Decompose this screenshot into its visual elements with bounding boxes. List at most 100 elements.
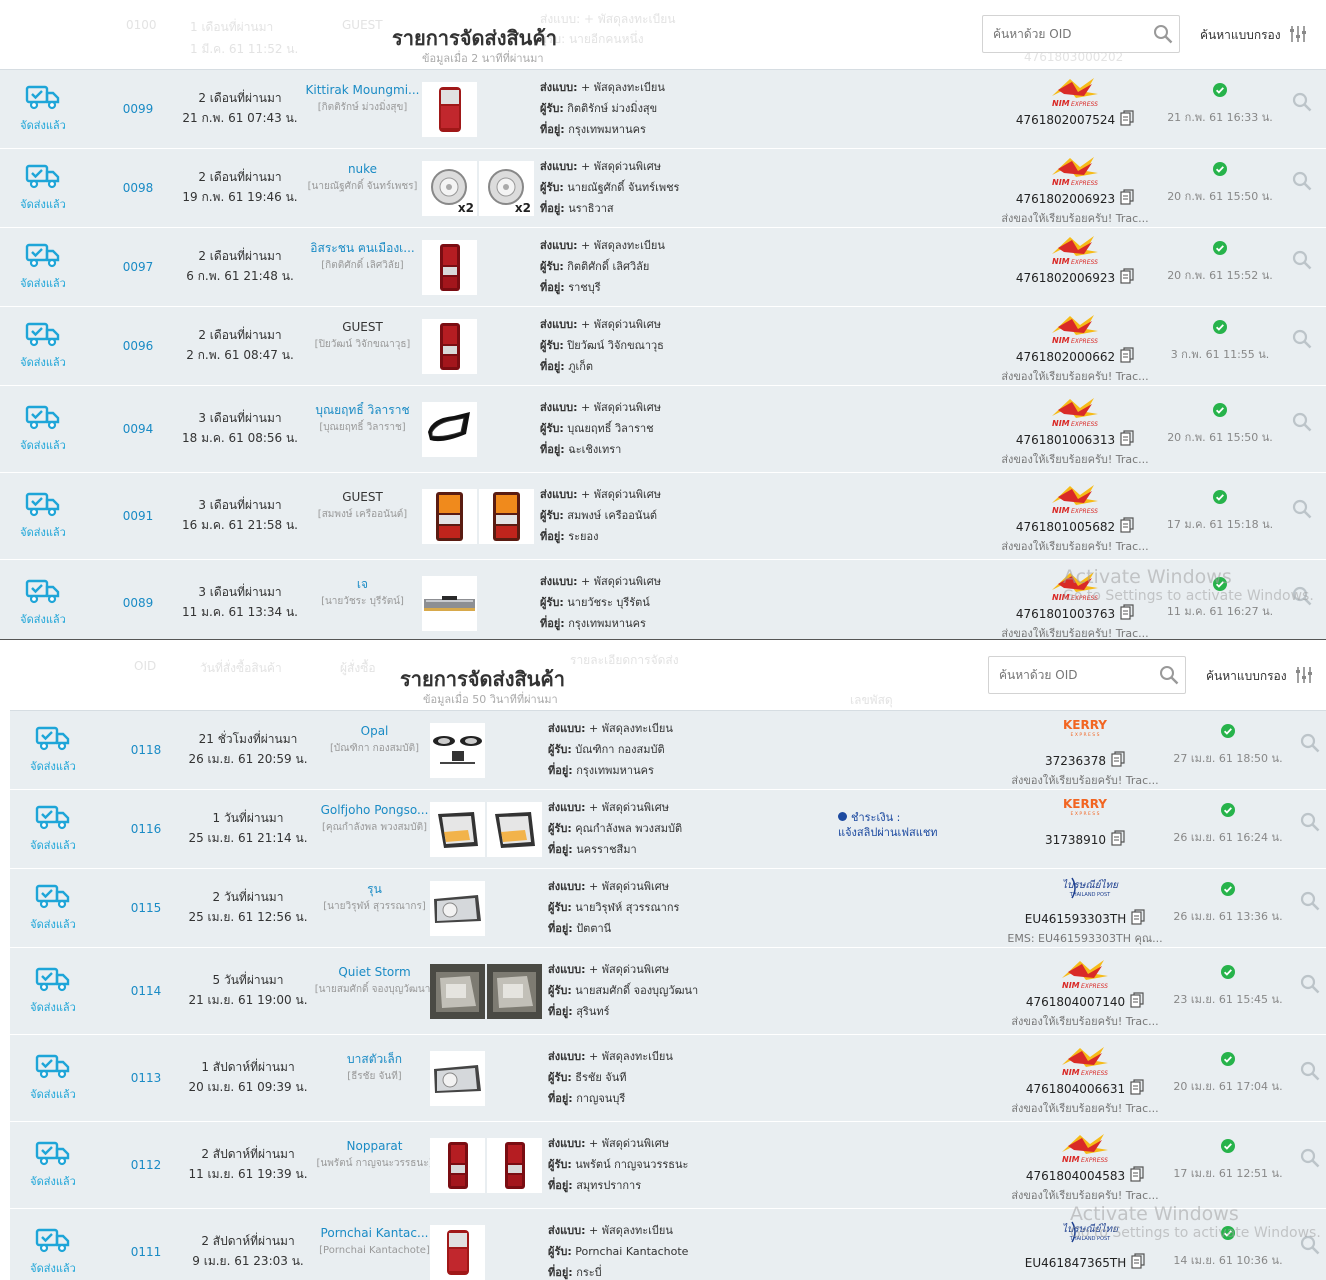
tracking-number[interactable]: EU461847365TH <box>1025 1252 1145 1274</box>
tracking-number[interactable]: 4761804006631 <box>1026 1078 1144 1100</box>
order-id-link[interactable]: 0115 <box>116 901 176 915</box>
view-details-icon[interactable] <box>1300 812 1320 835</box>
order-id-link[interactable]: 0091 <box>108 509 168 523</box>
status-delivered[interactable]: จัดส่งแล้ว <box>13 404 73 454</box>
copy-icon[interactable] <box>1130 1078 1144 1100</box>
order-id-link[interactable]: 0097 <box>108 260 168 274</box>
view-details-icon[interactable] <box>1300 733 1320 756</box>
product-thumbnail[interactable] <box>430 1224 485 1280</box>
copy-icon[interactable] <box>1120 516 1134 538</box>
copy-icon[interactable] <box>1131 1252 1145 1274</box>
oid-search-box[interactable] <box>982 15 1180 53</box>
tracking-number[interactable]: 4761801003763 <box>1016 603 1134 625</box>
view-details-icon[interactable] <box>1292 92 1312 115</box>
table-row[interactable]: จัดส่งแล้ว 0118 21 ชั่วโมงที่ผ่านมา 26 เม.ย… <box>10 711 1326 790</box>
search-icon[interactable] <box>1153 24 1173 47</box>
status-delivered[interactable]: จัดส่งแล้ว <box>23 1227 83 1277</box>
status-delivered[interactable]: จัดส่งแล้ว <box>13 163 73 213</box>
tracking-number[interactable]: 4761802007524 <box>1016 109 1134 131</box>
view-details-icon[interactable] <box>1292 499 1312 522</box>
status-delivered[interactable]: จัดส่งแล้ว <box>23 725 83 775</box>
tracking-number[interactable]: 4761802006923 <box>1016 267 1134 289</box>
product-thumbnail[interactable] <box>487 963 542 1019</box>
customer-name[interactable]: nuke <box>300 161 425 178</box>
customer-name[interactable]: Opal <box>312 723 437 740</box>
order-id-link[interactable]: 0111 <box>116 1245 176 1259</box>
table-row[interactable]: จัดส่งแล้ว 0114 5 วันที่ผ่านมา 21 เม.ย. 61 … <box>10 948 1326 1035</box>
oid-search-input[interactable] <box>999 658 1159 692</box>
advanced-filter-button[interactable]: ค้นหาแบบกรอง <box>1200 25 1307 46</box>
copy-icon[interactable] <box>1111 829 1125 851</box>
table-row[interactable]: จัดส่งแล้ว 0094 3 เดือนที่ผ่านมา 18 ม.ค. 61… <box>0 386 1326 473</box>
copy-icon[interactable] <box>1130 1165 1144 1187</box>
view-details-icon[interactable] <box>1300 1148 1320 1171</box>
product-thumbnail[interactable] <box>422 239 477 295</box>
product-thumbnail[interactable]: x2 <box>422 160 477 216</box>
table-row[interactable]: จัดส่งแล้ว 0116 1 วันที่ผ่านมา 25 เม.ย. 61 … <box>10 790 1326 869</box>
product-thumbnail[interactable]: x2 <box>479 160 534 216</box>
product-thumbnail[interactable] <box>422 81 477 137</box>
copy-icon[interactable] <box>1120 603 1134 625</box>
table-row[interactable]: จัดส่งแล้ว 0099 2 เดือนที่ผ่านมา 21 ก.พ. 61… <box>0 70 1326 149</box>
order-id-link[interactable]: 0114 <box>116 984 176 998</box>
order-id-link[interactable]: 0116 <box>116 822 176 836</box>
copy-icon[interactable] <box>1130 991 1144 1013</box>
product-thumbnail[interactable] <box>430 801 485 857</box>
product-thumbnail[interactable] <box>422 318 477 374</box>
status-delivered[interactable]: จัดส่งแล้ว <box>23 966 83 1016</box>
product-thumbnail[interactable] <box>430 1137 485 1193</box>
status-delivered[interactable]: จัดส่งแล้ว <box>13 84 73 134</box>
copy-icon[interactable] <box>1120 109 1134 131</box>
customer-name[interactable]: Golfjoho Pongso... <box>312 802 437 819</box>
status-delivered[interactable]: จัดส่งแล้ว <box>23 1053 83 1103</box>
product-thumbnail[interactable] <box>430 880 485 936</box>
status-delivered[interactable]: จัดส่งแล้ว <box>23 883 83 933</box>
search-icon[interactable] <box>1159 665 1179 688</box>
tracking-number[interactable]: 4761801006313 <box>1016 429 1134 451</box>
customer-name[interactable]: บุณยฤทธิ์ วิลาราช <box>300 402 425 419</box>
tracking-number[interactable]: 37236378 <box>1045 750 1125 772</box>
payment-note[interactable]: ชำระเงิน : แจ้งสลิปผ่านเฟสแชท <box>838 810 938 840</box>
table-row[interactable]: จัดส่งแล้ว 0112 2 สัปดาห์ที่ผ่านมา 11 เม.ย.… <box>10 1122 1326 1209</box>
view-details-icon[interactable] <box>1292 250 1312 273</box>
copy-icon[interactable] <box>1120 188 1134 210</box>
oid-search-box[interactable] <box>988 656 1186 694</box>
status-delivered[interactable]: จัดส่งแล้ว <box>13 242 73 292</box>
tracking-number[interactable]: 31738910 <box>1045 829 1125 851</box>
table-row[interactable]: จัดส่งแล้ว 0113 1 สัปดาห์ที่ผ่านมา 20 เม.ย.… <box>10 1035 1326 1122</box>
tracking-number[interactable]: 4761802000662 <box>1016 346 1134 368</box>
customer-name[interactable]: Nopparat <box>312 1138 437 1155</box>
tracking-number[interactable]: 4761802006923 <box>1016 188 1134 210</box>
status-delivered[interactable]: จัดส่งแล้ว <box>23 804 83 854</box>
product-thumbnail[interactable] <box>479 488 534 544</box>
table-row[interactable]: จัดส่งแล้ว 0096 2 เดือนที่ผ่านมา 2 ก.พ. 61 … <box>0 307 1326 386</box>
copy-icon[interactable] <box>1111 750 1125 772</box>
view-details-icon[interactable] <box>1292 412 1312 435</box>
order-id-link[interactable]: 0112 <box>116 1158 176 1172</box>
product-thumbnail[interactable] <box>430 722 485 778</box>
status-delivered[interactable]: จัดส่งแล้ว <box>13 578 73 628</box>
customer-name[interactable]: Pornchai Kantac... <box>312 1225 437 1242</box>
table-row[interactable]: จัดส่งแล้ว 0091 3 เดือนที่ผ่านมา 16 ม.ค. 61… <box>0 473 1326 560</box>
tracking-number[interactable]: 4761804007140 <box>1026 991 1144 1013</box>
customer-name[interactable]: Quiet Storm <box>312 964 437 981</box>
advanced-filter-button[interactable]: ค้นหาแบบกรอง <box>1206 666 1313 687</box>
view-details-icon[interactable] <box>1300 974 1320 997</box>
view-details-icon[interactable] <box>1300 891 1320 914</box>
order-id-link[interactable]: 0113 <box>116 1071 176 1085</box>
copy-icon[interactable] <box>1131 908 1145 930</box>
order-id-link[interactable]: 0096 <box>108 339 168 353</box>
table-row[interactable]: จัดส่งแล้ว 0115 2 วันที่ผ่านมา 25 เม.ย. 61 … <box>10 869 1326 948</box>
copy-icon[interactable] <box>1120 267 1134 289</box>
view-details-icon[interactable] <box>1300 1061 1320 1084</box>
product-thumbnail[interactable] <box>430 963 485 1019</box>
tracking-number[interactable]: 4761801005682 <box>1016 516 1134 538</box>
view-details-icon[interactable] <box>1292 171 1312 194</box>
status-delivered[interactable]: จัดส่งแล้ว <box>13 321 73 371</box>
customer-name[interactable]: รุน <box>312 881 437 898</box>
order-id-link[interactable]: 0099 <box>108 102 168 116</box>
customer-name[interactable]: เจ <box>300 576 425 593</box>
tracking-number[interactable]: 4761804004583 <box>1026 1165 1144 1187</box>
status-delivered[interactable]: จัดส่งแล้ว <box>13 491 73 541</box>
customer-name[interactable]: Kittirak Moungmi... <box>300 82 425 99</box>
